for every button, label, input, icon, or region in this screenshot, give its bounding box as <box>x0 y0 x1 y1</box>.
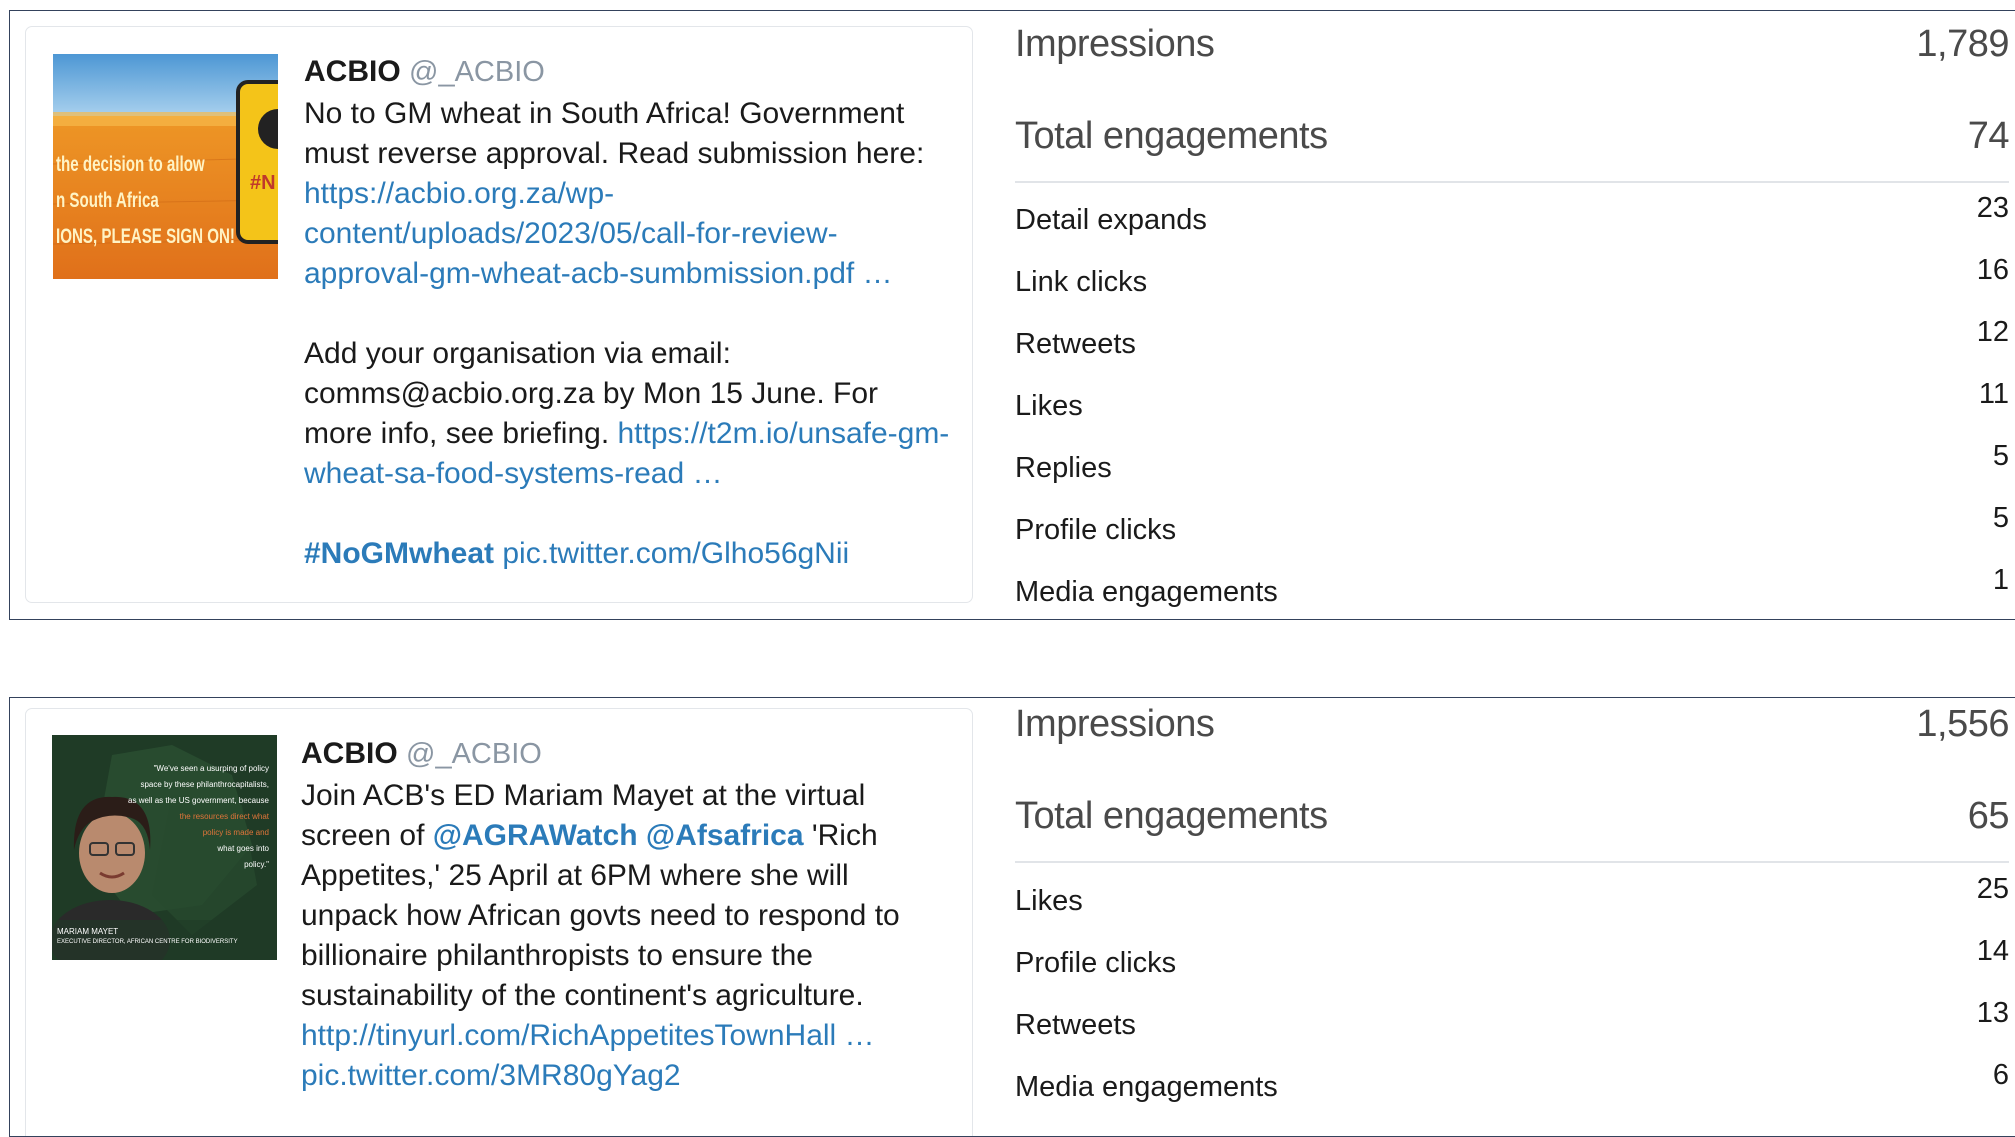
quote-line: policy is made and <box>202 828 269 837</box>
impressions-value: 1,556 <box>1916 703 2009 745</box>
metric-label: Detail expands <box>1015 204 1207 236</box>
metric-value: 25 <box>1976 873 2009 905</box>
metrics-divider <box>1015 181 2009 183</box>
metric-label: Profile clicks <box>1015 514 1177 546</box>
metric-row[interactable]: Media engagements 6 <box>1015 1059 2009 1104</box>
tweet-header: ACBIO @_ACBIO <box>301 734 951 774</box>
metric-row[interactable]: Link clicks 16 <box>1015 254 2009 299</box>
metric-label: Link clicks <box>1015 266 1148 298</box>
metric-row[interactable]: Detail expands 23 <box>1015 192 2009 237</box>
metric-value: 5 <box>1992 440 2009 472</box>
metric-row[interactable]: Likes 25 <box>1015 873 2009 918</box>
metric-value: 11 <box>1978 378 2009 410</box>
metric-label: Retweets <box>1015 1009 1136 1041</box>
tweet-card[interactable]: "We've seen a usurping of policy space b… <box>25 708 973 1136</box>
impressions-label: Impressions <box>1015 703 1215 745</box>
tweet-text: No to GM wheat in South Africa! Governme… <box>304 97 925 170</box>
pic-link[interactable]: pic.twitter.com/Glho56gNii <box>502 537 849 570</box>
metric-row[interactable]: Retweets 12 <box>1015 316 2009 361</box>
impressions-row: Impressions 1,789 <box>1015 23 2009 66</box>
engagements-label: Total engagements <box>1015 115 1328 157</box>
engagements-value: 74 <box>1967 115 2010 157</box>
image-text-line: the decision to allow <box>56 153 205 176</box>
tweet-card[interactable]: #N the decision to allow n South Africa … <box>25 26 973 603</box>
metric-label: Retweets <box>1015 328 1136 360</box>
metric-label: Likes <box>1015 390 1083 422</box>
metric-label: Replies <box>1015 452 1112 484</box>
tweet-link[interactable]: https://acbio.org.za/wp-content/uploads/… <box>304 177 893 290</box>
tweet-paragraph: No to GM wheat in South Africa! Governme… <box>304 94 954 294</box>
impressions-label: Impressions <box>1015 23 1215 65</box>
tweet-media-thumbnail[interactable]: "We've seen a usurping of policy space b… <box>52 735 277 960</box>
metric-value: 14 <box>1976 935 2009 967</box>
svg-text:#N: #N <box>250 172 276 194</box>
author-name[interactable]: ACBIO <box>304 55 401 88</box>
tweet-paragraph: Join ACB's ED Mariam Mayet at the virtua… <box>301 776 951 1096</box>
metric-value: 12 <box>1976 316 2009 348</box>
portrait-name: MARIAM MAYET <box>57 927 119 936</box>
metric-row[interactable]: Media engagements 1 <box>1015 564 2009 609</box>
metric-value: 6 <box>1992 1059 2009 1091</box>
tweet-link[interactable]: http://tinyurl.com/RichAppetitesTownHall… <box>301 1019 875 1052</box>
hashtag-link[interactable]: #NoGMwheat <box>304 537 494 570</box>
metric-value: 23 <box>1976 192 2009 224</box>
metric-label: Media engagements <box>1015 576 1278 608</box>
metric-row[interactable]: Retweets 13 <box>1015 997 2009 1042</box>
engagements-row: Total engagements 65 <box>1015 795 2010 838</box>
metric-row[interactable]: Replies 5 <box>1015 440 2009 485</box>
quote-line: the resources direct what <box>179 812 269 821</box>
metric-row[interactable]: Profile clicks 14 <box>1015 935 2009 980</box>
tweet-body: ACBIO @_ACBIO No to GM wheat in South Af… <box>304 52 954 574</box>
impressions-value: 1,789 <box>1916 23 2009 65</box>
mention-link[interactable]: @Afsafrica <box>646 819 804 852</box>
portrait-caption: EXECUTIVE DIRECTOR, AFRICAN CENTRE FOR B… <box>57 939 238 945</box>
metric-label: Profile clicks <box>1015 947 1177 979</box>
tweet-paragraph: #NoGMwheat pic.twitter.com/Glho56gNii <box>304 534 954 574</box>
quote-line: policy." <box>244 860 269 869</box>
tweet-activity-panel: #N the decision to allow n South Africa … <box>9 10 2015 620</box>
pic-link[interactable]: pic.twitter.com/3MR80gYag2 <box>301 1059 681 1092</box>
image-text-line: IONS, PLEASE SIGN ON! <box>56 225 235 248</box>
metric-value: 13 <box>1976 997 2009 1029</box>
image-text-line: n South Africa <box>56 189 159 212</box>
author-handle[interactable]: @_ACBIO <box>406 738 542 770</box>
quote-line: space by these philanthrocapitalists, <box>140 780 269 789</box>
tweet-body: ACBIO @_ACBIO Join ACB's ED Mariam Mayet… <box>301 734 951 1096</box>
tweet-header: ACBIO @_ACBIO <box>304 52 954 92</box>
metric-label: Media engagements <box>1015 1071 1278 1103</box>
metric-value: 1 <box>1992 564 2009 596</box>
tweet-activity-panel: "We've seen a usurping of policy space b… <box>9 697 2015 1137</box>
metrics-divider <box>1015 861 2009 863</box>
metric-value: 16 <box>1976 254 2009 286</box>
metric-label: Likes <box>1015 885 1083 917</box>
tweet-media-thumbnail[interactable]: #N the decision to allow n South Africa … <box>53 54 278 279</box>
author-handle[interactable]: @_ACBIO <box>409 56 545 88</box>
engagements-value: 65 <box>1967 795 2010 837</box>
author-name[interactable]: ACBIO <box>301 737 398 770</box>
metric-value: 5 <box>1992 502 2009 534</box>
mention-link[interactable]: @AGRAWatch <box>433 819 638 852</box>
quote-line: "We've seen a usurping of policy <box>153 764 269 773</box>
quote-line: what goes into <box>217 844 269 853</box>
quote-line: as well as the US government, because <box>128 796 269 805</box>
engagements-label: Total engagements <box>1015 795 1328 837</box>
impressions-row: Impressions 1,556 <box>1015 703 2009 746</box>
tweet-paragraph: Add your organisation via email: comms@a… <box>304 334 954 494</box>
metric-row[interactable]: Likes 11 <box>1015 378 2009 423</box>
metric-row[interactable]: Profile clicks 5 <box>1015 502 2009 547</box>
engagements-row: Total engagements 74 <box>1015 115 2010 158</box>
